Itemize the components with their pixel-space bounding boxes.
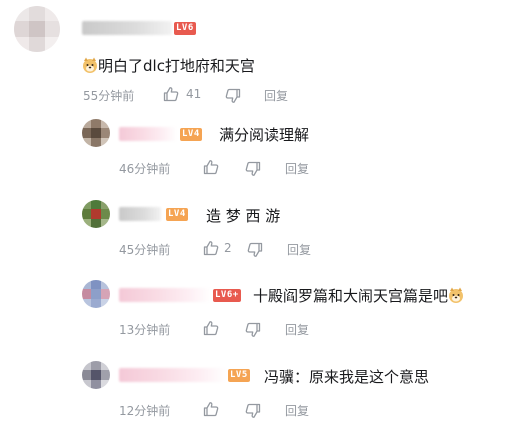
comment-text: 十殿阎罗篇和大闹天宫篇是吧 xyxy=(253,285,464,306)
like-icon[interactable] xyxy=(163,86,179,102)
like-icon[interactable] xyxy=(203,240,219,256)
dislike-icon[interactable] xyxy=(247,242,263,258)
dislike-icon[interactable] xyxy=(225,88,241,104)
reply-button[interactable]: 回复 xyxy=(285,160,309,177)
like-icon[interactable] xyxy=(203,401,219,417)
doge-icon xyxy=(82,57,98,73)
avatar[interactable] xyxy=(82,119,110,147)
doge-icon xyxy=(448,287,464,303)
comment-time: 45分钟前 xyxy=(119,243,171,257)
dislike-icon[interactable] xyxy=(245,403,261,419)
reply-button[interactable]: 回复 xyxy=(285,402,309,419)
dislike-icon[interactable] xyxy=(245,161,261,177)
comment-text: 冯骥：原来我是这个意思 xyxy=(264,368,430,386)
level-badge: LV6 xyxy=(174,22,196,35)
level-badge: LV5 xyxy=(228,369,250,382)
comment-time: 46分钟前 xyxy=(119,162,171,176)
avatar[interactable] xyxy=(82,280,110,308)
level-badge: LV4 xyxy=(180,128,202,141)
like-icon[interactable] xyxy=(203,320,219,336)
reply-button[interactable]: 回复 xyxy=(287,241,311,258)
like-count: 2 xyxy=(224,241,232,255)
like-count: 41 xyxy=(186,87,202,101)
level-badge: LV6+ xyxy=(213,289,241,302)
username[interactable] xyxy=(119,127,177,141)
dislike-icon[interactable] xyxy=(245,322,261,338)
reply-button[interactable]: 回复 xyxy=(285,321,309,338)
comment-time: 55分钟前 xyxy=(83,89,135,103)
username[interactable] xyxy=(119,288,211,302)
comment-time: 12分钟前 xyxy=(119,404,171,418)
username[interactable] xyxy=(82,21,172,35)
comment-text: 满分阅读理解 xyxy=(219,126,310,144)
comment-text: 明白了dlc打地府和天宫 xyxy=(82,55,255,76)
reply-button[interactable]: 回复 xyxy=(264,87,288,104)
comment-time: 13分钟前 xyxy=(119,323,171,337)
like-icon[interactable] xyxy=(203,159,219,175)
avatar[interactable] xyxy=(14,6,60,52)
username[interactable] xyxy=(119,368,227,382)
avatar[interactable] xyxy=(82,361,110,389)
comment-text: 造 梦 西 游 xyxy=(206,207,281,225)
level-badge: LV4 xyxy=(166,208,188,221)
username[interactable] xyxy=(119,207,161,221)
avatar[interactable] xyxy=(82,200,110,228)
